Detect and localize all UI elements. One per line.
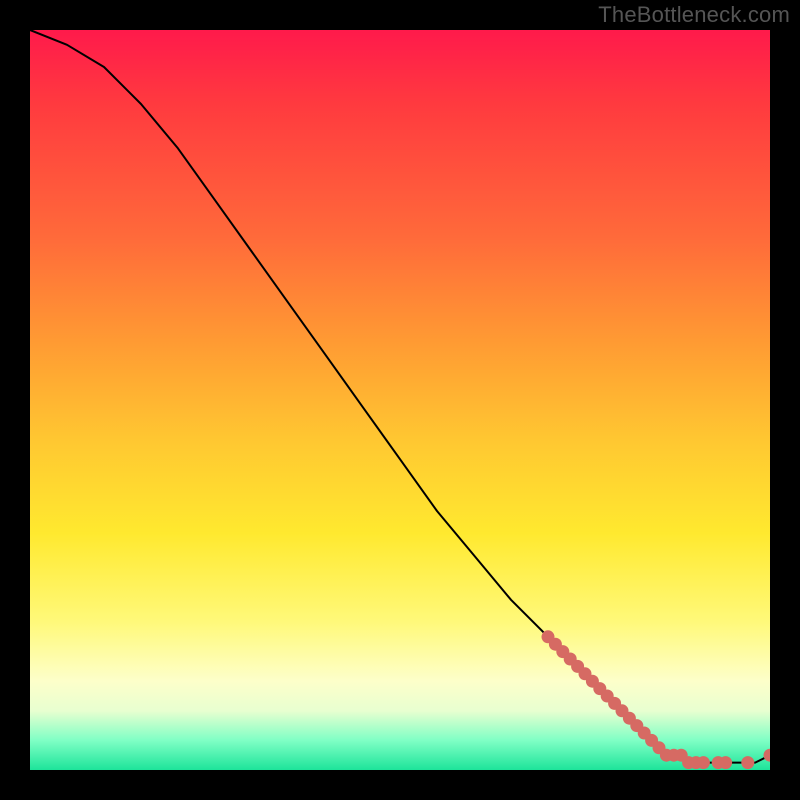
watermark-text: TheBottleneck.com <box>598 2 790 28</box>
scatter-dot <box>719 756 732 769</box>
main-curve-overlay <box>30 30 770 763</box>
plot-area <box>30 30 770 770</box>
scatter-dots-overlay <box>542 630 771 769</box>
scatter-dot <box>764 749 771 762</box>
curve-overlay <box>30 30 770 770</box>
chart-frame: TheBottleneck.com <box>0 0 800 800</box>
scatter-dot <box>741 756 754 769</box>
scatter-dot <box>697 756 710 769</box>
